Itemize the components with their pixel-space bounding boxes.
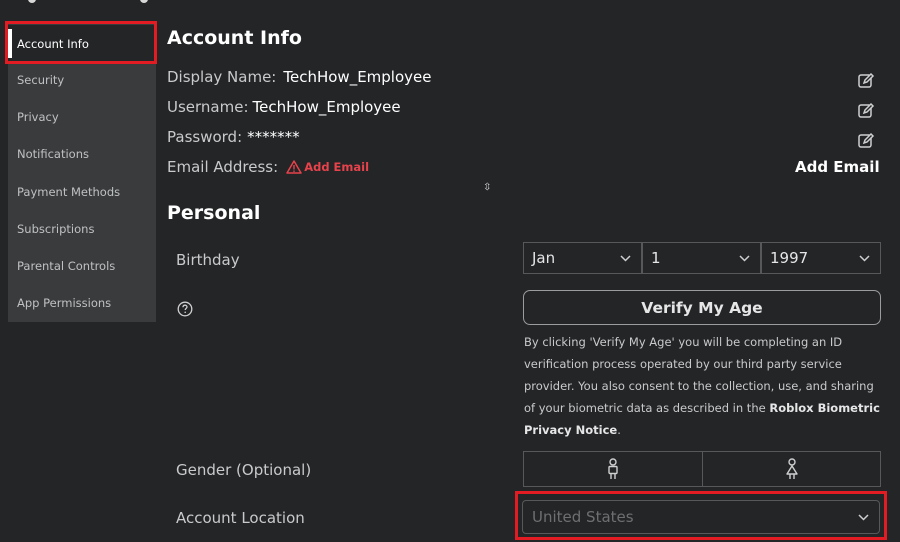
sidebar-item-subscriptions[interactable]: Subscriptions	[8, 210, 156, 247]
sidebar-item-account-info[interactable]: Account Info	[8, 25, 156, 62]
password-value: *******	[247, 128, 300, 146]
chevron-down-icon	[859, 255, 870, 262]
personal-heading: Personal	[167, 202, 261, 224]
sidebar-item-label: Parental Controls	[17, 258, 116, 273]
password-label: Password:	[167, 128, 243, 146]
chevron-down-icon	[858, 514, 869, 521]
help-icon[interactable]	[177, 301, 193, 317]
sidebar-item-label: Account Info	[17, 36, 89, 51]
female-icon	[785, 458, 798, 479]
birthday-year-value: 1997	[770, 249, 809, 267]
username-label: Username:	[167, 98, 249, 116]
sidebar-item-payment-methods[interactable]: Payment Methods	[8, 173, 156, 210]
password-row: Password: *******	[167, 128, 300, 146]
sidebar-item-label: Payment Methods	[17, 184, 121, 199]
display-name-row: Display Name: TechHow_Employee	[167, 68, 432, 86]
gender-male-button[interactable]	[523, 451, 703, 487]
warning-icon	[286, 160, 302, 174]
account-location-select[interactable]: United States	[522, 500, 880, 534]
birthday-month-value: Jan	[532, 249, 556, 267]
sidebar-item-label: Security	[17, 72, 65, 87]
birthday-day-select[interactable]: 1	[642, 242, 761, 274]
email-row: Email Address: Add Email	[167, 158, 369, 176]
chevron-down-icon	[739, 255, 750, 262]
edit-password-icon[interactable]	[857, 132, 875, 150]
verify-age-disclaimer: By clicking 'Verify My Age' you will be …	[524, 331, 884, 441]
add-email-warning-label: Add Email	[304, 160, 370, 174]
edit-display-name-icon[interactable]	[857, 72, 875, 90]
sidebar-item-parental-controls[interactable]: Parental Controls	[8, 247, 156, 284]
display-name-label: Display Name:	[167, 68, 277, 86]
username-row: Username: TechHow_Employee	[167, 98, 401, 116]
gender-label: Gender (Optional)	[176, 461, 312, 479]
birthday-month-select[interactable]: Jan	[523, 242, 642, 274]
birthday-label: Birthday	[176, 251, 240, 269]
sidebar-item-label: Notifications	[17, 146, 89, 161]
male-icon	[608, 458, 618, 479]
sidebar-item-label: Subscriptions	[17, 221, 95, 236]
birthday-day-value: 1	[651, 249, 661, 267]
username-value: TechHow_Employee	[252, 98, 401, 116]
settings-sidebar: Account Info Security Privacy Notificati…	[8, 22, 156, 322]
chevron-down-icon	[620, 255, 631, 262]
sidebar-item-label: App Permissions	[17, 295, 112, 310]
add-email-warning-link[interactable]: Add Email	[286, 160, 369, 174]
edit-username-icon[interactable]	[857, 102, 875, 120]
sidebar-item-security[interactable]: Security	[8, 61, 156, 98]
sidebar-item-privacy[interactable]: Privacy	[8, 98, 156, 135]
disclaimer-end: .	[617, 423, 621, 437]
gender-female-button[interactable]	[702, 451, 881, 487]
verify-age-button[interactable]: Verify My Age	[523, 290, 881, 325]
account-location-value: United States	[532, 508, 634, 526]
add-email-button[interactable]: Add Email	[795, 158, 880, 176]
mouse-cursor-icon: ⇳	[483, 182, 492, 193]
display-name-value: TechHow_Employee	[283, 68, 432, 86]
sidebar-item-notifications[interactable]: Notifications	[8, 135, 156, 172]
birthday-year-select[interactable]: 1997	[761, 242, 881, 274]
email-label: Email Address:	[167, 158, 279, 176]
sidebar-item-label: Privacy	[17, 109, 59, 124]
account-info-heading: Account Info	[167, 27, 302, 49]
sidebar-item-app-permissions[interactable]: App Permissions	[8, 284, 156, 321]
top-edge-fragment	[0, 0, 900, 4]
account-location-label: Account Location	[176, 509, 305, 527]
